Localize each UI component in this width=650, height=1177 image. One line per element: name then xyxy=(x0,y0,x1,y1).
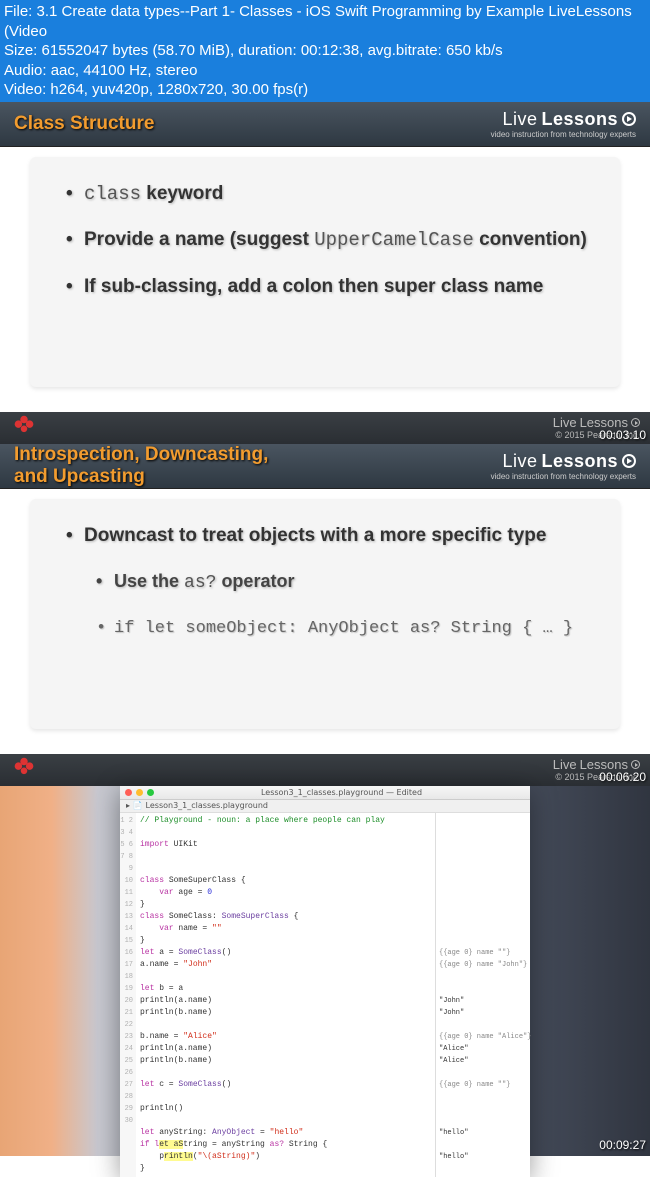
xcode-titlebar: Lesson3_1_classes.playground — Edited xyxy=(120,786,530,800)
bullet-as-operator: Use the as? operator xyxy=(96,570,598,595)
timestamp-2: 00:06:20 xyxy=(599,770,646,784)
play-icon xyxy=(622,112,636,126)
slide-3: Lesson3_1_classes.playground — Edited ▸ … xyxy=(0,786,650,1156)
bullet-if-let-code: if let someObject: AnyObject as? String … xyxy=(96,618,598,640)
timestamp-3: 00:09:27 xyxy=(599,1138,646,1152)
slide-2-footer: LiveLessons © 2015 Pearson, Inc. 00:06:2… xyxy=(0,754,650,786)
brand-icon xyxy=(10,412,38,443)
slide-1: Class Structure LiveLessons video instru… xyxy=(0,102,650,444)
bullet-downcast: Downcast to treat objects with a more sp… xyxy=(66,524,598,549)
media-metadata: File: 3.1 Create data types--Part 1- Cla… xyxy=(0,0,650,102)
livelessons-brand: LiveLessons video instruction from techn… xyxy=(491,109,636,139)
slide-1-footer: LiveLessons © 2015 Pearson, Inc. 00:03:1… xyxy=(0,412,650,444)
timestamp-1: 00:03:10 xyxy=(599,428,646,442)
code-editor[interactable]: // Playground - noun: a place where peop… xyxy=(136,813,435,1177)
close-icon[interactable] xyxy=(125,789,132,796)
livelessons-brand: LiveLessons video instruction from techn… xyxy=(491,451,636,481)
play-icon-small xyxy=(631,760,640,769)
slide-1-title: Class Structure xyxy=(14,113,154,135)
bullet-class-keyword: class keyword xyxy=(66,182,598,207)
slide-2-title: Introspection, Downcasting,and Upcasting xyxy=(14,444,268,488)
tab-bar[interactable]: ▸ 📄 Lesson3_1_classes.playground xyxy=(120,800,530,813)
zoom-icon[interactable] xyxy=(147,789,154,796)
meta-size: Size: 61552047 bytes (58.70 MiB), durati… xyxy=(4,41,646,61)
meta-file: File: 3.1 Create data types--Part 1- Cla… xyxy=(4,2,646,41)
minimize-icon[interactable] xyxy=(136,789,143,796)
meta-video: Video: h264, yuv420p, 1280x720, 30.00 fp… xyxy=(4,80,646,100)
meta-audio: Audio: aac, 44100 Hz, stereo xyxy=(4,61,646,81)
play-icon-small xyxy=(631,418,640,427)
line-gutter: 1 2 3 4 5 6 7 8 9 10 11 12 13 14 15 16 1… xyxy=(120,813,136,1177)
results-sidebar: {{age 0} name ""} {{age 0} name "John"} … xyxy=(435,813,530,1177)
play-icon xyxy=(622,454,636,468)
slide-1-header: Class Structure LiveLessons video instru… xyxy=(0,102,650,147)
brand-icon xyxy=(10,754,38,785)
slide-1-body: class keyword Provide a name (suggest Up… xyxy=(30,157,620,387)
xcode-window: Lesson3_1_classes.playground — Edited ▸ … xyxy=(120,786,530,1177)
slide-2: Introspection, Downcasting,and Upcasting… xyxy=(0,444,650,786)
window-title: Lesson3_1_classes.playground — Edited xyxy=(158,788,525,797)
slide-2-header: Introspection, Downcasting,and Upcasting… xyxy=(0,444,650,489)
slide-2-body: Downcast to treat objects with a more sp… xyxy=(30,499,620,729)
bullet-provide-name: Provide a name (suggest UpperCamelCase c… xyxy=(66,228,598,253)
bullet-subclassing: If sub-classing, add a colon then super … xyxy=(66,275,598,300)
